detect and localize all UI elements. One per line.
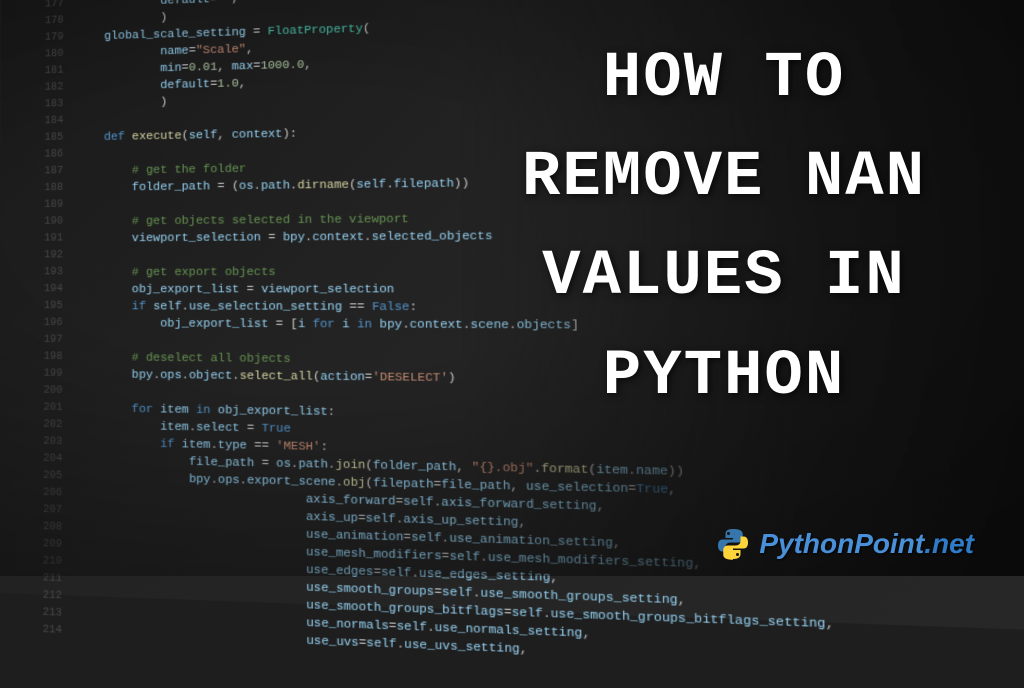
line-number: 213: [41, 605, 75, 624]
line-number: 212: [41, 588, 75, 606]
title-line: PYTHON: [454, 328, 994, 427]
line-number: 209: [41, 537, 75, 555]
line-number: 183: [42, 96, 76, 113]
line-number: 201: [41, 400, 75, 417]
line-number: 195: [42, 299, 76, 316]
line-number: 211: [41, 571, 75, 589]
line-number: 202: [41, 417, 75, 435]
line-number: 197: [42, 332, 76, 349]
line-number: 180: [43, 46, 77, 64]
python-logo-icon: [715, 526, 751, 562]
line-number: 203: [41, 434, 75, 452]
line-number: 188: [42, 180, 76, 197]
line-number: 192: [42, 248, 76, 265]
title-line: VALUES IN: [454, 228, 994, 327]
line-number: 198: [42, 349, 76, 366]
site-logo: PythonPoint.net: [715, 526, 974, 562]
line-number: 177: [43, 0, 77, 14]
line-number: 189: [42, 197, 76, 214]
line-number: 187: [42, 164, 76, 181]
line-number: 204: [41, 451, 75, 469]
line-number: 182: [42, 80, 76, 97]
line-number: 208: [41, 519, 75, 537]
title-line: REMOVE NAN: [454, 129, 994, 228]
line-number: 194: [42, 282, 76, 299]
logo-text: PythonPoint.net: [759, 528, 974, 560]
line-number: 200: [41, 383, 75, 400]
line-number: 206: [41, 485, 75, 503]
line-number: 179: [43, 30, 77, 48]
line-number: 184: [42, 113, 76, 130]
line-number: 190: [42, 214, 76, 231]
line-number: 205: [41, 468, 75, 486]
line-number: 185: [42, 130, 76, 147]
line-number: 196: [42, 315, 76, 332]
title-line: HOW TO: [454, 30, 994, 129]
line-number: 214: [41, 622, 75, 641]
line-number: 193: [42, 265, 76, 282]
article-title: HOW TOREMOVE NANVALUES INPYTHON: [454, 30, 994, 427]
line-number: 210: [41, 554, 75, 572]
line-number: 191: [42, 231, 76, 248]
line-number: 178: [43, 13, 77, 31]
line-number: 199: [41, 366, 75, 383]
line-number: 186: [42, 147, 76, 164]
line-number: 207: [41, 502, 75, 520]
line-number: 181: [43, 63, 77, 81]
